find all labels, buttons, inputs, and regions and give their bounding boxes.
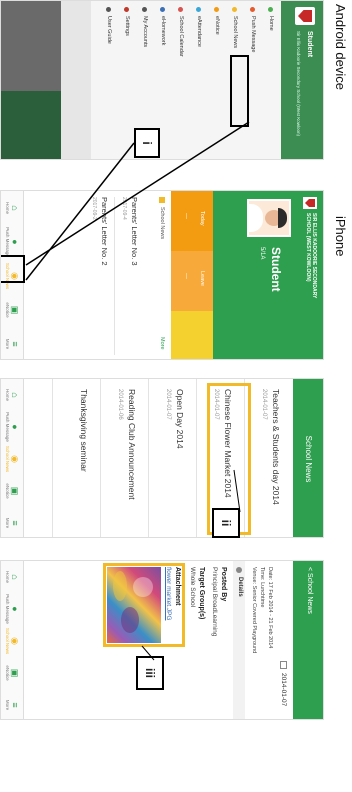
connector-lines-3 [141, 645, 155, 661]
figure-canvas: Android device iPhone Student Sir Ellis … [0, 0, 352, 792]
